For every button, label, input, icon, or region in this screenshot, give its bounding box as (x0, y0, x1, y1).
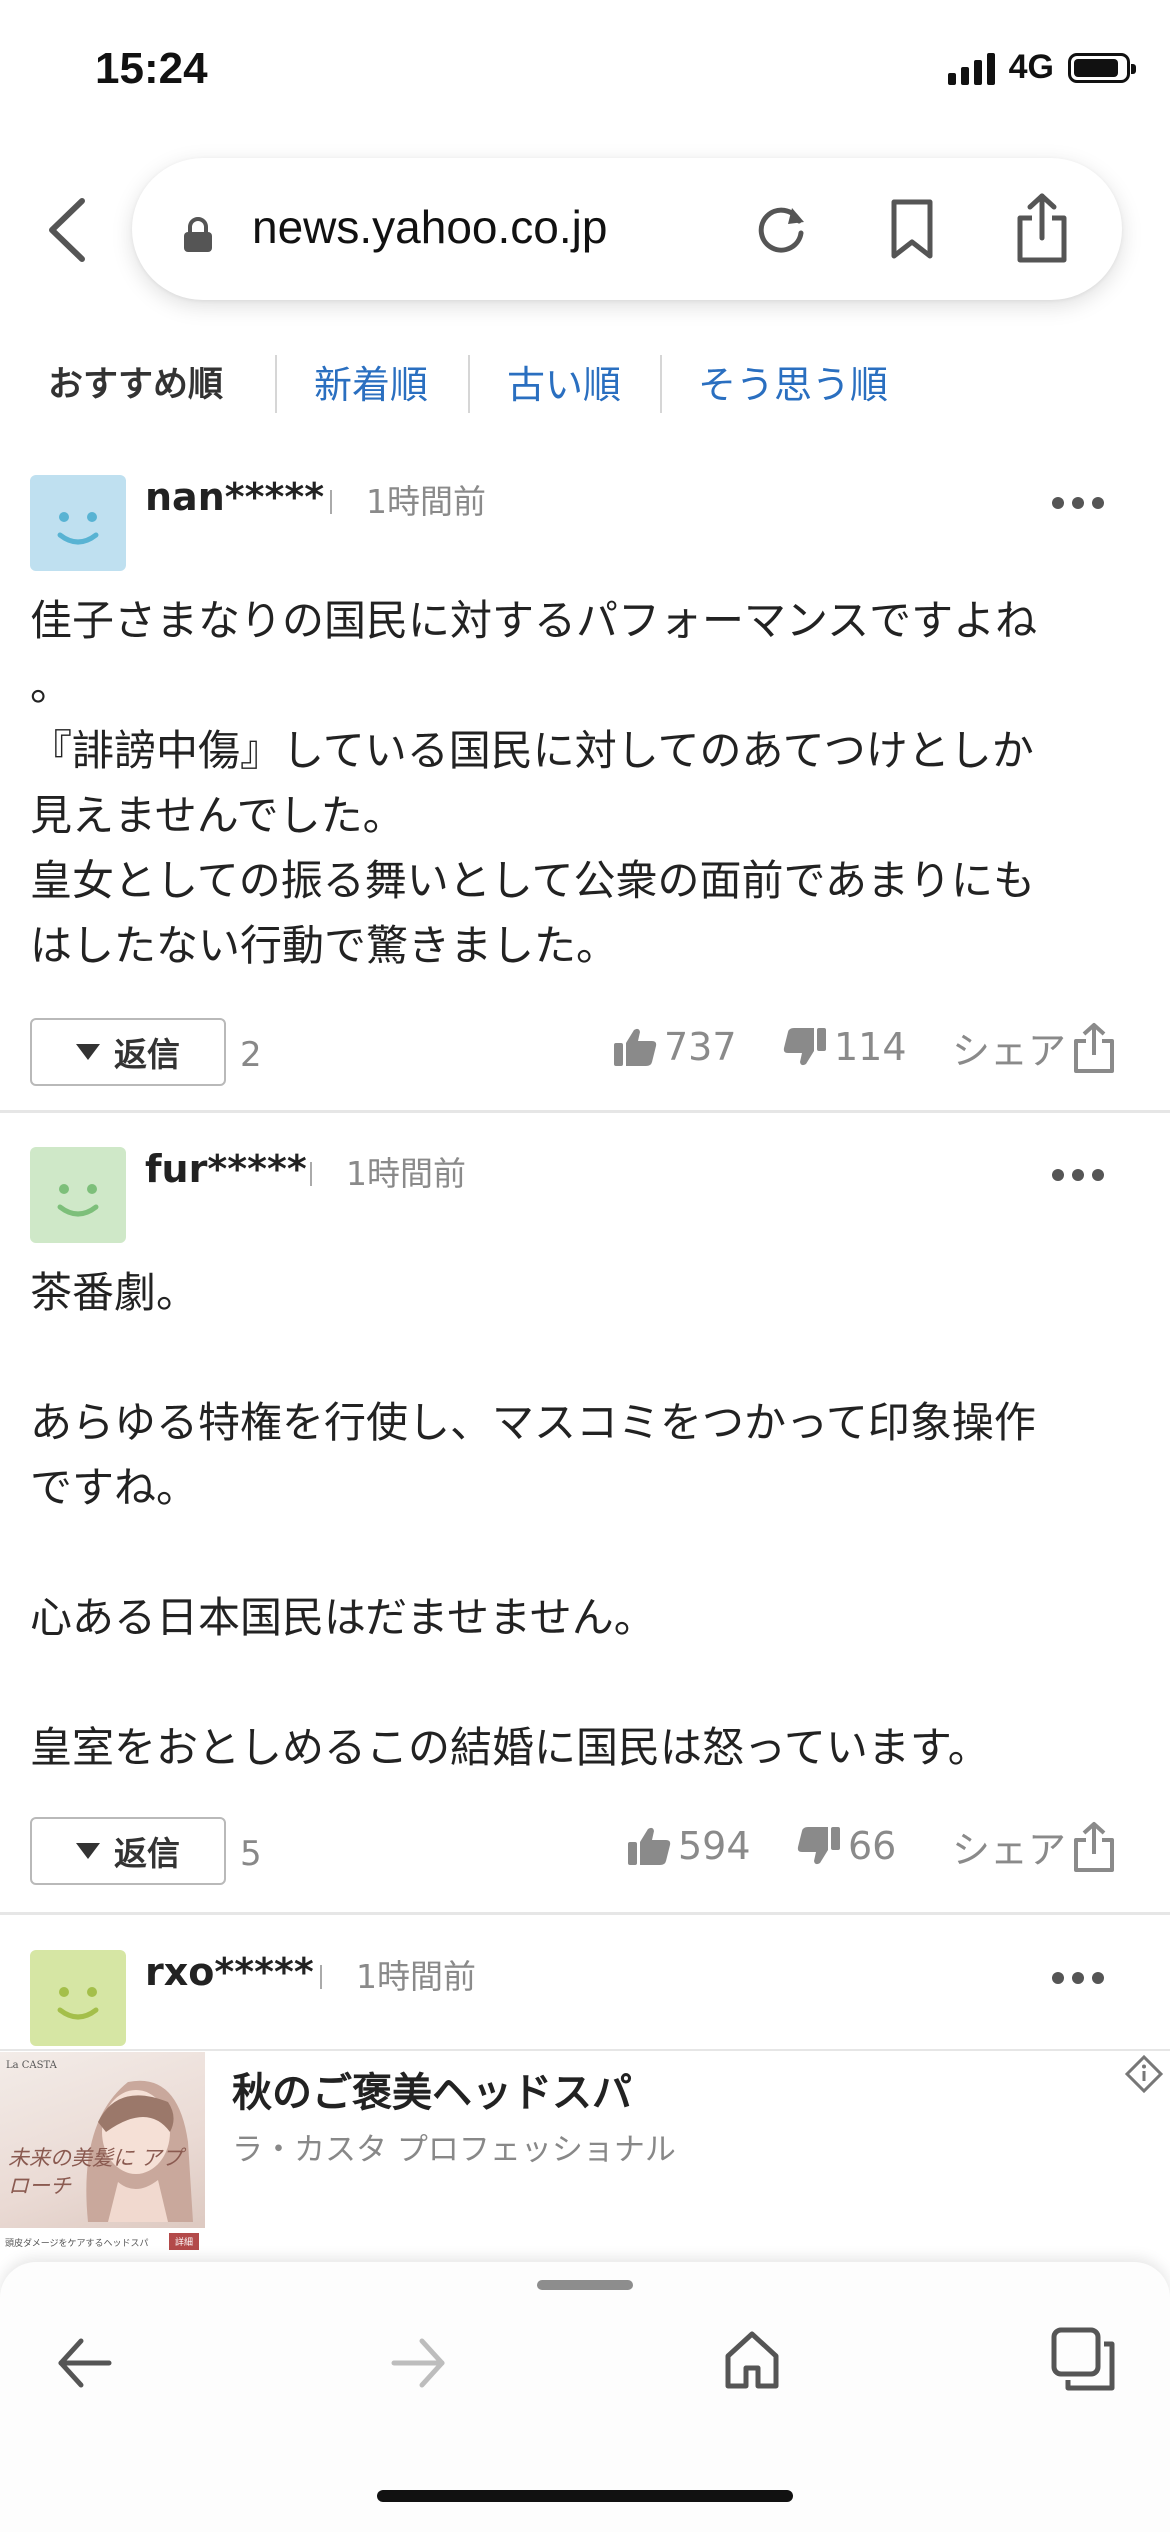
signal-icon (947, 51, 995, 85)
tabs-icon[interactable] (1050, 2326, 1116, 2392)
lock-icon (184, 217, 212, 252)
reply-button[interactable]: 返信 (30, 1018, 226, 1086)
home-icon[interactable] (722, 2328, 782, 2390)
bookmark-icon[interactable] (888, 198, 936, 260)
toolbar-grabber[interactable] (537, 2280, 633, 2290)
divider (0, 1110, 1170, 1113)
more-options-icon[interactable] (1052, 1972, 1112, 1986)
back-arrow-icon[interactable] (55, 2335, 115, 2391)
comment-body: 茶番劇。 あらゆる特権を行使し、マスコミをつかって印象操作 ですね。 心ある日本… (30, 1268, 1036, 1772)
like-button[interactable]: 737 (612, 1025, 737, 1069)
reload-icon[interactable] (752, 200, 810, 258)
sort-tabs: おすすめ順 新着順 古い順 そう思う順 (0, 355, 1170, 415)
smiley-icon (57, 512, 99, 545)
avatar[interactable] (30, 1950, 126, 2046)
back-chevron-icon[interactable] (38, 195, 98, 265)
ad-banner[interactable]: La CASTA 未来の美髪に アプローチ 頭皮ダメージをケアするヘッドスパ 詳… (0, 2052, 1170, 2257)
url-text[interactable]: news.yahoo.co.jp (252, 200, 607, 254)
status-indicators: 4G (947, 48, 1136, 87)
network-type: 4G (1008, 48, 1054, 86)
triangle-down-icon (76, 1044, 100, 1060)
divider (0, 1912, 1170, 1915)
comment-time: 1時間前 (356, 1957, 476, 1996)
ad-image[interactable]: La CASTA 未来の美髪に アプローチ 頭皮ダメージをケアするヘッドスパ 詳… (0, 2052, 205, 2257)
tab-agree[interactable]: そう思う順 (698, 355, 888, 415)
reply-label: 返信 (114, 1834, 180, 1873)
meta-divider (320, 1965, 322, 1989)
dislike-count: 66 (848, 1824, 897, 1868)
share-icon (1074, 1022, 1115, 1073)
share-label: シェア (952, 1828, 1067, 1872)
ad-subtitle: ラ・カスタ プロフェッショナル (232, 2132, 676, 2168)
comment-body: 佳子さまなりの国民に対するパフォーマンスですよね 。 『誹謗中傷』している国民に… (30, 596, 1038, 970)
thumbs-up-icon (614, 1028, 657, 1066)
ad-image-brand: La CASTA (6, 2060, 57, 2071)
ad-image-caption-bar: 頭皮ダメージをケアするヘッドスパ 詳細 (0, 2228, 205, 2257)
avatar[interactable] (30, 475, 126, 571)
like-count: 594 (678, 1824, 751, 1868)
ad-title[interactable]: 秋のご褒美ヘッドスパ (232, 2060, 632, 2118)
avatar[interactable] (30, 1147, 126, 1243)
dislike-button[interactable]: 114 (782, 1025, 907, 1069)
reply-count: 5 (240, 1834, 262, 1874)
more-options-icon[interactable] (1052, 1169, 1112, 1183)
thumbs-down-icon (797, 1827, 840, 1865)
smiley-icon (57, 1184, 99, 1217)
battery-icon (1068, 52, 1136, 83)
ad-info-icon[interactable] (1124, 2054, 1164, 2094)
reply-button[interactable]: 返信 (30, 1817, 226, 1885)
tab-newest[interactable]: 新着順 (314, 355, 428, 415)
dislike-count: 114 (834, 1025, 907, 1069)
share-comment-button[interactable]: シェア (952, 1020, 1116, 1075)
comment-username[interactable]: rxo***** (145, 1950, 314, 1994)
comment-item: fur***** 1時間前 茶番劇。 あらゆる特権を行使し、マスコミをつかって印… (0, 1142, 1170, 1912)
meta-divider (310, 1162, 312, 1186)
ad-image-text: 未来の美髪に アプローチ (8, 2146, 183, 2198)
like-count: 737 (664, 1025, 737, 1069)
home-indicator[interactable] (377, 2490, 793, 2502)
forward-arrow-icon[interactable] (388, 2335, 448, 2391)
meta-divider (330, 490, 332, 514)
divider (0, 2049, 1170, 2051)
reply-count: 2 (240, 1035, 262, 1075)
comment-username[interactable]: nan***** (145, 475, 324, 519)
tab-divider (660, 355, 662, 413)
reply-label: 返信 (114, 1035, 180, 1074)
tab-divider (468, 355, 470, 413)
thumbs-down-icon (783, 1028, 826, 1066)
like-button[interactable]: 594 (626, 1824, 751, 1868)
dislike-button[interactable]: 66 (796, 1824, 896, 1868)
tab-oldest[interactable]: 古い順 (507, 355, 621, 415)
comment-time: 1時間前 (346, 1154, 466, 1193)
status-time: 15:24 (95, 44, 208, 93)
share-icon (1074, 1821, 1115, 1872)
smiley-icon (57, 1987, 99, 2020)
triangle-down-icon (76, 1843, 100, 1859)
comment-item: rxo***** 1時間前 (0, 1945, 1170, 2050)
tab-divider (275, 355, 277, 413)
comment-username[interactable]: fur***** (145, 1147, 307, 1191)
comment-time: 1時間前 (366, 482, 486, 521)
share-label: シェア (952, 1029, 1067, 1073)
more-options-icon[interactable] (1052, 497, 1112, 511)
ad-image-button[interactable]: 詳細 (168, 2233, 199, 2250)
tab-recommended[interactable]: おすすめ順 (48, 355, 223, 415)
comment-item: nan***** 1時間前 佳子さまなりの国民に対するパフォーマンスですよね 。… (0, 470, 1170, 1110)
ad-image-caption: 頭皮ダメージをケアするヘッドスパ (5, 2239, 149, 2249)
thumbs-up-icon (628, 1827, 671, 1865)
share-icon[interactable] (1014, 192, 1070, 264)
share-comment-button[interactable]: シェア (952, 1819, 1116, 1874)
